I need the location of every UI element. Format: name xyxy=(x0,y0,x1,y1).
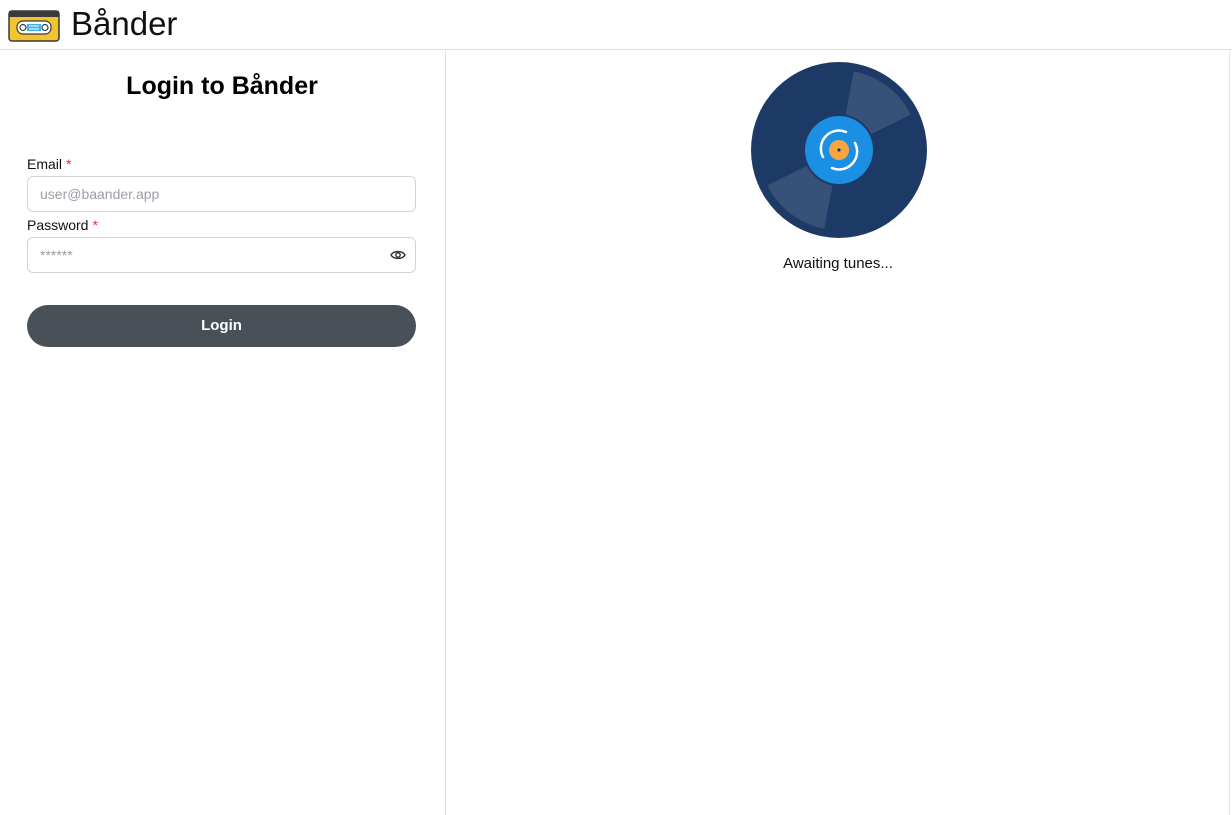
email-placeholder: user@baander.app xyxy=(40,186,160,202)
email-required-mark: * xyxy=(66,156,72,172)
email-label: Email * xyxy=(27,155,71,173)
password-label-text: Password xyxy=(27,217,89,233)
eye-icon[interactable] xyxy=(390,248,406,262)
login-title: Login to Bånder xyxy=(126,72,318,100)
login-button[interactable]: Login xyxy=(27,305,416,347)
password-placeholder: ****** xyxy=(40,247,73,263)
player-panel: Awaiting tunes... xyxy=(447,51,1229,815)
window-edge xyxy=(1229,51,1230,815)
app-title: Bånder xyxy=(71,5,178,42)
status-text: Awaiting tunes... xyxy=(783,255,893,272)
login-panel: Login to Bånder Email * user@baander.app … xyxy=(0,51,446,815)
vinyl-record-icon xyxy=(751,62,927,238)
email-field[interactable]: user@baander.app xyxy=(27,176,416,212)
password-label: Password * xyxy=(27,216,98,234)
cassette-tape-icon xyxy=(8,10,60,42)
app-header: Bånder xyxy=(0,0,1232,50)
password-required-mark: * xyxy=(92,217,98,233)
email-label-text: Email xyxy=(27,156,63,172)
password-field[interactable]: ****** xyxy=(27,237,416,273)
